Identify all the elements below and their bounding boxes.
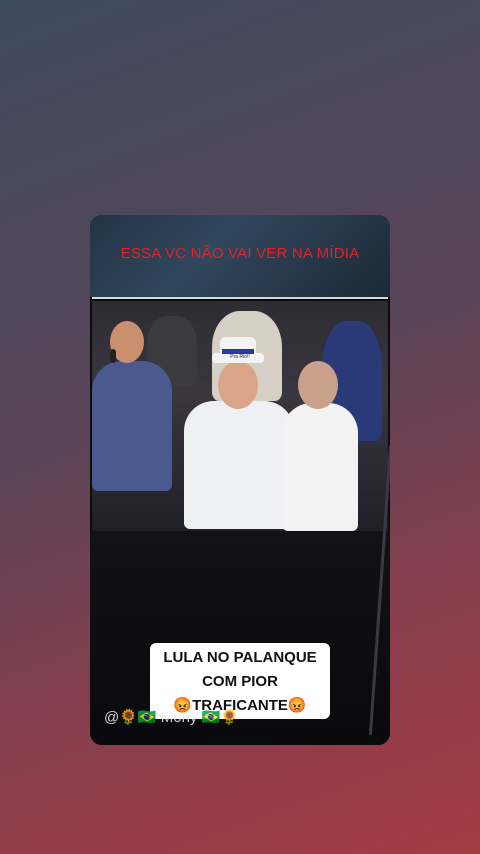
caption-line-2: COM PIOR	[202, 673, 278, 690]
username-mention[interactable]: @🌻🇧🇷 Mony 🇧🇷🌻	[104, 708, 239, 726]
hat-text: Pra Rio!!	[230, 354, 250, 360]
overlay-headline: ESSA VC NÃO VAI VER NA MÍDIA	[120, 245, 360, 262]
caption-line-1: LULA NO PALANQUE	[163, 649, 317, 666]
stage-photo: Pra Rio!!	[92, 301, 388, 531]
video-divider	[92, 297, 388, 299]
